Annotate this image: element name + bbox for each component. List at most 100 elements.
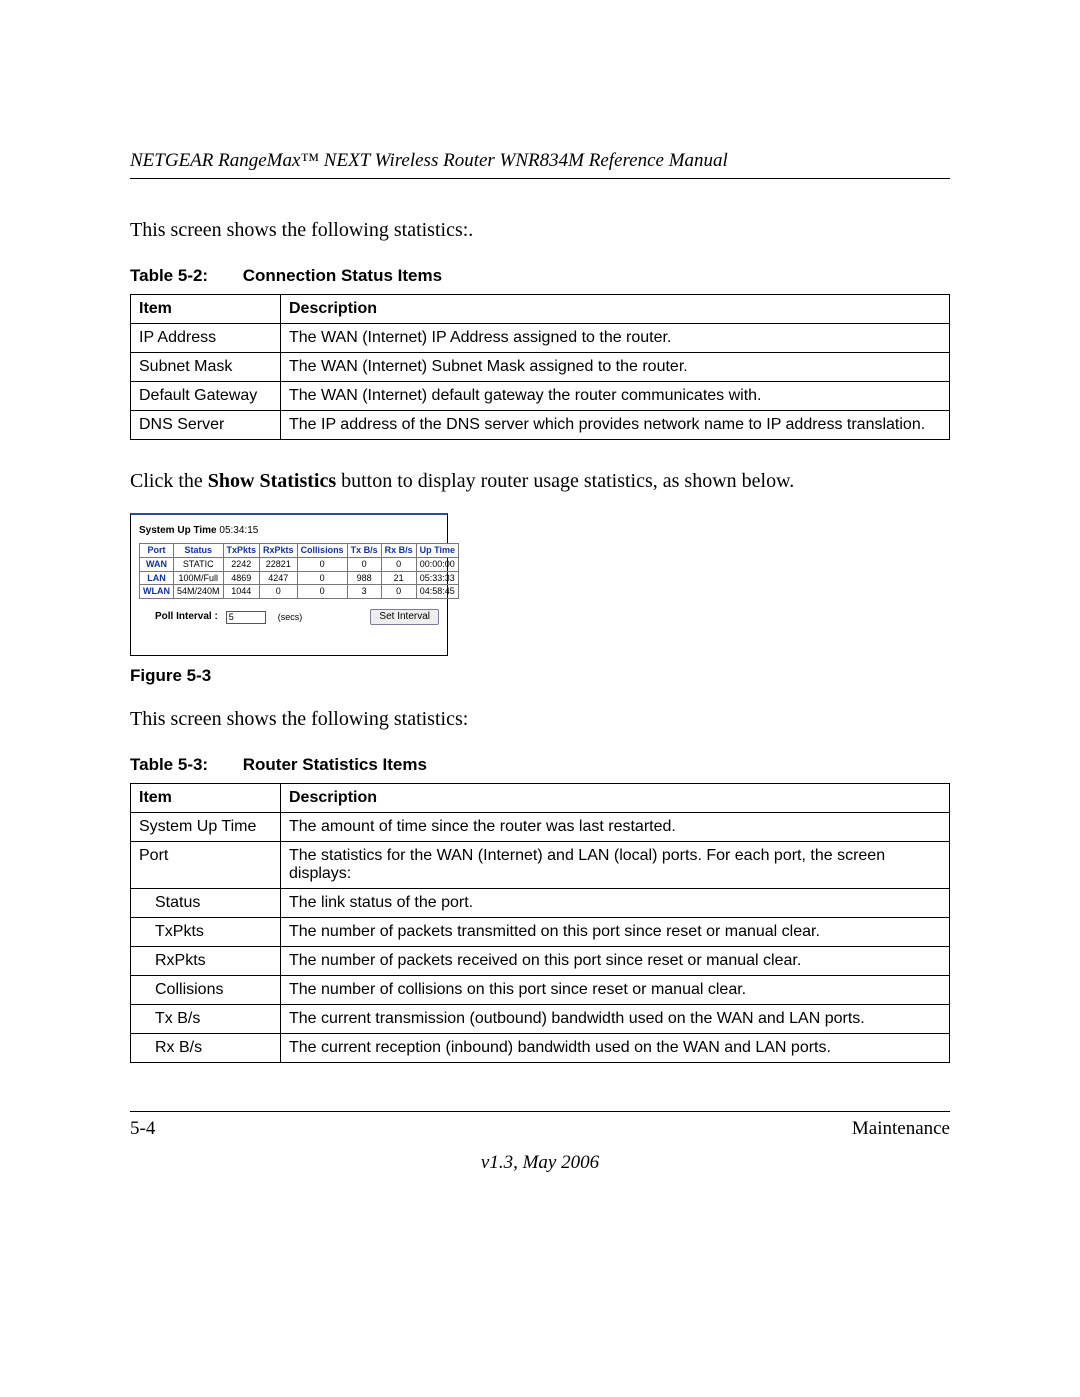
cell-col: 0 — [297, 585, 347, 599]
intro-paragraph-3: This screen shows the following statisti… — [130, 706, 950, 733]
cell-desc: The statistics for the WAN (Internet) an… — [281, 842, 950, 889]
cell-port: WLAN — [140, 585, 174, 599]
th-item: Item — [131, 295, 281, 324]
table-row: RxPkts The number of packets received on… — [131, 947, 950, 976]
th-txbs: Tx B/s — [347, 544, 381, 558]
section-name: Maintenance — [852, 1118, 950, 1140]
cell-desc: The current reception (inbound) bandwidt… — [281, 1034, 950, 1063]
table-row: IP Address The WAN (Internet) IP Address… — [131, 324, 950, 353]
cell-desc: The IP address of the DNS server which p… — [281, 411, 950, 440]
cell-up: 04:58:45 — [416, 585, 458, 599]
cell-item: Port — [131, 842, 281, 889]
table-5-3-title: Router Statistics Items — [243, 755, 427, 774]
cell-tx: 1044 — [223, 585, 260, 599]
th-txpkts: TxPkts — [223, 544, 260, 558]
cell-item: DNS Server — [131, 411, 281, 440]
table-row: Port The statistics for the WAN (Interne… — [131, 842, 950, 889]
th-rxbs: Rx B/s — [381, 544, 416, 558]
set-interval-button[interactable]: Set Interval — [370, 609, 439, 625]
cell-item: IP Address — [131, 324, 281, 353]
page-number: 5-4 — [130, 1118, 155, 1140]
table-5-3: Item Description System Up Time The amou… — [130, 783, 950, 1063]
cell-item: Subnet Mask — [131, 353, 281, 382]
table-row: DNS Server The IP address of the DNS ser… — [131, 411, 950, 440]
cell-item: RxPkts — [131, 947, 281, 976]
table-5-3-label: Table 5-3: — [130, 755, 238, 775]
cell-desc: The WAN (Internet) Subnet Mask assigned … — [281, 353, 950, 382]
cell-status: STATIC — [174, 557, 224, 571]
cell-col: 0 — [297, 571, 347, 585]
sysup-label: System Up Time — [139, 525, 219, 536]
cell-rxbs: 21 — [381, 571, 416, 585]
table-row: System Up Time The amount of time since … — [131, 813, 950, 842]
p2-post: button to display router usage statistic… — [336, 470, 794, 492]
th-description: Description — [281, 784, 950, 813]
cell-desc: The number of packets received on this p… — [281, 947, 950, 976]
cell-item: Default Gateway — [131, 382, 281, 411]
cell-port: LAN — [140, 571, 174, 585]
intro-paragraph-2: Click the Show Statistics button to disp… — [130, 468, 950, 495]
cell-txbs: 0 — [347, 557, 381, 571]
figure-5-3-caption: Figure 5-3 — [130, 666, 950, 686]
cell-desc: The amount of time since the router was … — [281, 813, 950, 842]
page-footer: 5-4 Maintenance v1.3, May 2006 — [130, 1111, 950, 1174]
table-row: Default Gateway The WAN (Internet) defau… — [131, 382, 950, 411]
cell-item: TxPkts — [131, 918, 281, 947]
th-description: Description — [281, 295, 950, 324]
cell-rx: 22821 — [260, 557, 298, 571]
cell-up: 00:00:00 — [416, 557, 458, 571]
cell-up: 05:33:33 — [416, 571, 458, 585]
cell-tx: 4869 — [223, 571, 260, 585]
cell-status: 54M/240M — [174, 585, 224, 599]
table-row: Collisions The number of collisions on t… — [131, 976, 950, 1005]
cell-item: Rx B/s — [131, 1034, 281, 1063]
cell-desc: The number of collisions on this port si… — [281, 976, 950, 1005]
th-rxpkts: RxPkts — [260, 544, 298, 558]
cell-desc: The current transmission (outbound) band… — [281, 1005, 950, 1034]
cell-item: Status — [131, 889, 281, 918]
cell-rx: 4247 — [260, 571, 298, 585]
cell-txbs: 988 — [347, 571, 381, 585]
table-row: Subnet Mask The WAN (Internet) Subnet Ma… — [131, 353, 950, 382]
cell-status: 100M/Full — [174, 571, 224, 585]
table-row: Rx B/s The current reception (inbound) b… — [131, 1034, 950, 1063]
th-item: Item — [131, 784, 281, 813]
th-uptime: Up Time — [416, 544, 458, 558]
cell-rxbs: 0 — [381, 557, 416, 571]
cell-rx: 0 — [260, 585, 298, 599]
poll-interval-label: Poll Interval : — [155, 611, 218, 623]
cell-desc: The number of packets transmitted on thi… — [281, 918, 950, 947]
table-5-2-caption: Table 5-2: Connection Status Items — [130, 266, 950, 286]
p2-bold: Show Statistics — [208, 470, 336, 492]
table-5-2-title: Connection Status Items — [243, 266, 442, 285]
cell-desc: The WAN (Internet) IP Address assigned t… — [281, 324, 950, 353]
th-status: Status — [174, 544, 224, 558]
cell-desc: The WAN (Internet) default gateway the r… — [281, 382, 950, 411]
stats-row-lan: LAN 100M/Full 4869 4247 0 988 21 05:33:3… — [140, 571, 459, 585]
cell-rxbs: 0 — [381, 585, 416, 599]
cell-txbs: 3 — [347, 585, 381, 599]
table-row: Tx B/s The current transmission (outboun… — [131, 1005, 950, 1034]
table-5-2-label: Table 5-2: — [130, 266, 238, 286]
statistics-widget: System Up Time 05:34:15 Port Status TxPk… — [130, 513, 448, 656]
stats-row-wan: WAN STATIC 2242 22821 0 0 0 00:00:00 — [140, 557, 459, 571]
poll-interval-input[interactable]: 5 — [226, 611, 266, 624]
intro-paragraph-1: This screen shows the following statisti… — [130, 217, 950, 244]
stats-row-wlan: WLAN 54M/240M 1044 0 0 3 0 04:58:45 — [140, 585, 459, 599]
poll-unit: (secs) — [278, 612, 303, 623]
statistics-table: Port Status TxPkts RxPkts Collisions Tx … — [139, 543, 459, 599]
cell-item: Tx B/s — [131, 1005, 281, 1034]
cell-tx: 2242 — [223, 557, 260, 571]
document-version: v1.3, May 2006 — [130, 1152, 950, 1174]
system-up-time: System Up Time 05:34:15 — [139, 525, 439, 537]
cell-col: 0 — [297, 557, 347, 571]
table-5-3-caption: Table 5-3: Router Statistics Items — [130, 755, 950, 775]
cell-port: WAN — [140, 557, 174, 571]
table-row: Status The link status of the port. — [131, 889, 950, 918]
cell-item: Collisions — [131, 976, 281, 1005]
cell-desc: The link status of the port. — [281, 889, 950, 918]
th-port: Port — [140, 544, 174, 558]
cell-item: System Up Time — [131, 813, 281, 842]
sysup-value: 05:34:15 — [219, 525, 258, 536]
table-row: TxPkts The number of packets transmitted… — [131, 918, 950, 947]
